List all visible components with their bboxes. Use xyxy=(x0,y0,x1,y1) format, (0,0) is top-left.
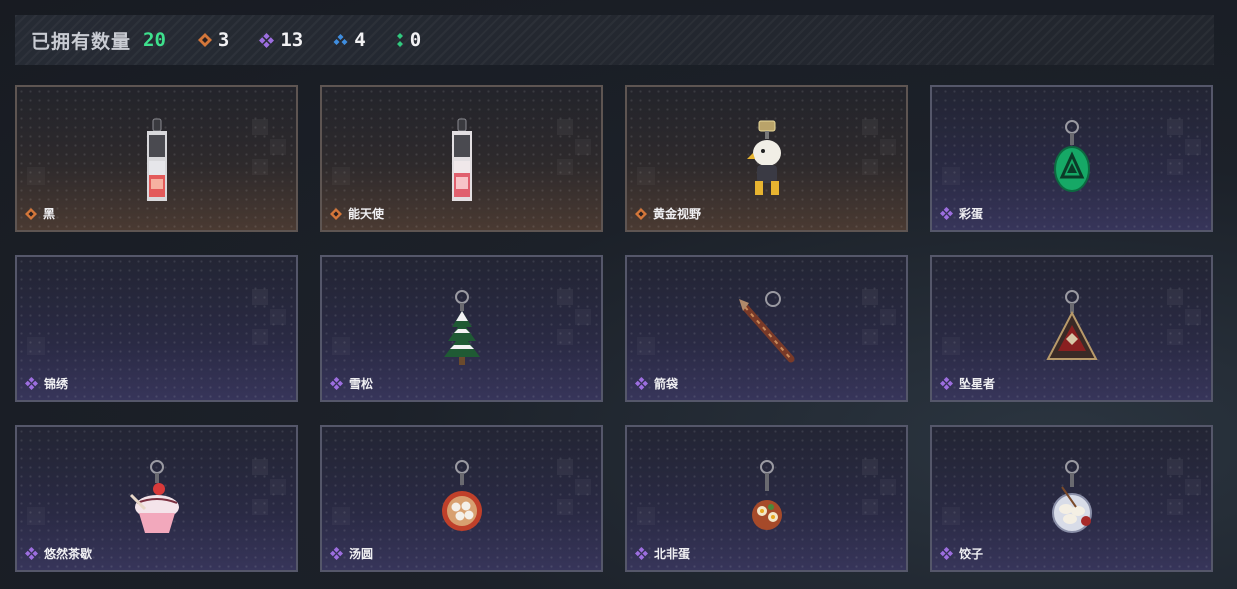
item-name: 锦绣 xyxy=(44,377,69,391)
item-name: 黑 xyxy=(43,207,56,221)
snow-pine-charm-icon xyxy=(422,287,502,371)
orange-diamond-icon xyxy=(197,33,212,47)
rarity-count: 0 xyxy=(409,29,422,51)
purple-diamond-icon xyxy=(25,547,38,560)
quiver-charm-icon xyxy=(727,287,807,371)
purple-diamond-icon xyxy=(940,547,953,560)
rarity-stat-blue: 4 xyxy=(333,29,366,51)
item-card-leisure-tea[interactable]: 悠然茶歇 xyxy=(15,425,298,572)
rarity-count: 4 xyxy=(354,29,366,51)
purple-diamond-icon xyxy=(330,377,343,390)
item-card-dumplings[interactable]: 饺子 xyxy=(930,425,1213,572)
item-name: 黄金视野 xyxy=(653,207,702,221)
rarity-count: 13 xyxy=(280,29,304,51)
tangyuan-bowl-charm-icon xyxy=(422,457,502,541)
item-name-row: 汤圆 xyxy=(330,545,373,562)
owned-count: 20 xyxy=(143,29,166,51)
exusiai-keychain-icon xyxy=(422,117,502,201)
item-card-quiver[interactable]: 箭袋 xyxy=(625,255,908,402)
item-name: 悠然茶歇 xyxy=(44,547,93,561)
item-name-row: 悠然茶歇 xyxy=(25,545,92,562)
item-name-row: 饺子 xyxy=(940,545,983,562)
item-name: 箭袋 xyxy=(654,377,679,391)
shakshuka-charm-icon xyxy=(727,457,807,541)
orange-diamond-icon xyxy=(635,207,647,220)
item-card-tangyuan[interactable]: 汤圆 xyxy=(320,425,603,572)
item-name: 雪松 xyxy=(349,377,374,391)
item-card-brocade[interactable]: 锦绣 xyxy=(15,255,298,402)
rarity-count: 3 xyxy=(217,29,230,51)
item-card-snow-pine[interactable]: 雪松 xyxy=(320,255,603,402)
item-name: 坠星者 xyxy=(959,377,996,391)
rarity-stat-green: 0 xyxy=(396,29,421,51)
item-name: 饺子 xyxy=(959,547,984,561)
item-card-black[interactable]: 黑 xyxy=(15,85,298,232)
black-keychain-icon xyxy=(117,117,197,201)
item-name: 能天使 xyxy=(348,207,385,221)
orange-diamond-icon xyxy=(330,207,342,220)
item-card-easter-egg[interactable]: 彩蛋 xyxy=(930,85,1213,232)
rarity-stat-purple: 13 xyxy=(259,29,303,51)
item-name-row: 箭袋 xyxy=(635,375,678,392)
rarity-stat-orange: 3 xyxy=(197,29,230,51)
owned-summary-bar: 已拥有数量 20 3 13 4 0 xyxy=(15,15,1214,65)
item-name-row: 彩蛋 xyxy=(940,205,983,222)
easter-egg-charm-icon xyxy=(1032,117,1112,201)
item-name-row: 黄金视野 xyxy=(635,205,701,222)
item-card-star-faller[interactable]: 坠星者 xyxy=(930,255,1213,402)
item-name-row: 雪松 xyxy=(330,375,373,392)
item-name-row: 锦绣 xyxy=(25,375,68,392)
purple-diamond-icon xyxy=(259,32,275,48)
purple-diamond-icon xyxy=(940,207,953,220)
item-card-golden-vision[interactable]: 黄金视野 xyxy=(625,85,908,232)
owned-label: 已拥有数量 xyxy=(31,30,132,53)
purple-diamond-icon xyxy=(330,547,343,560)
item-name: 汤圆 xyxy=(349,547,374,561)
green-diamond-icon xyxy=(396,33,403,47)
item-name-row: 黑 xyxy=(25,205,55,222)
item-card-exusiai[interactable]: 能天使 xyxy=(320,85,603,232)
dumpling-plate-charm-icon xyxy=(1032,457,1112,541)
golden-vision-figure-icon xyxy=(727,117,807,201)
item-name-row: 坠星者 xyxy=(940,375,995,392)
blue-diamond-icon xyxy=(333,34,348,45)
purple-diamond-icon xyxy=(25,377,38,390)
purple-diamond-icon xyxy=(635,377,648,390)
item-name-row: 能天使 xyxy=(330,205,384,222)
purple-diamond-icon xyxy=(940,377,953,390)
item-name-row: 北非蛋 xyxy=(635,545,690,562)
item-name: 彩蛋 xyxy=(959,207,984,221)
purple-diamond-icon xyxy=(635,547,648,560)
item-name: 北非蛋 xyxy=(654,547,691,561)
orange-diamond-icon xyxy=(25,207,37,220)
item-card-shakshuka[interactable]: 北非蛋 xyxy=(625,425,908,572)
star-faller-charm-icon xyxy=(1032,287,1112,371)
cupcake-charm-icon xyxy=(117,457,197,541)
